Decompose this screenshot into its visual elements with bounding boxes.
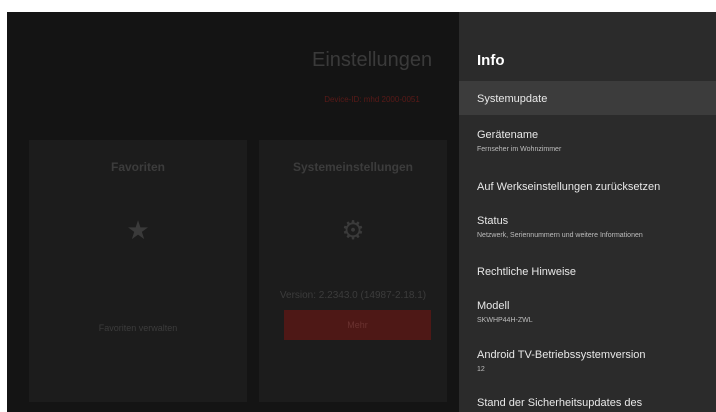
menu-item-subtitle: Fernseher im Wohnzimmer (477, 146, 562, 153)
system-settings-card[interactable]: Systemeinstellungen ⚙ Version: 2.2343.0 … (259, 140, 447, 402)
version-label: Version: 2.2343.0 (14987-2.18.1) (279, 290, 427, 301)
gear-icon: ⚙ (341, 215, 365, 245)
system-settings-card-title: Systemeinstellungen (292, 160, 414, 174)
menu-item-model[interactable]: Modell SKWHP44H-ZWL (459, 294, 716, 336)
more-button[interactable]: Mehr (284, 310, 431, 340)
menu-item-status[interactable]: Status Netzwerk, Seriennummern und weite… (459, 208, 716, 250)
menu-item-label: Android TV-Betriebssystemversion (477, 349, 646, 361)
menu-item-label: Status (477, 215, 509, 227)
menu-item-security-patch[interactable]: Stand der Sicherheitsupdates des (459, 390, 716, 412)
menu-item-device-name[interactable]: Gerätename Fernseher im Wohnzimmer (459, 120, 716, 162)
background-title: Einstellungen (312, 49, 433, 71)
favorites-card-title: Favoriten (110, 160, 165, 174)
menu-item-label: Rechtliche Hinweise (477, 266, 577, 278)
menu-item-label: Modell (477, 300, 510, 312)
menu-item-label: Systemupdate (477, 93, 548, 105)
info-panel: Info Systemupdate Gerätename Fernseher i… (459, 12, 716, 412)
panel-title: Info (477, 52, 505, 69)
menu-item-systemupdate[interactable]: Systemupdate (459, 81, 716, 115)
star-icon: ★ (126, 215, 150, 245)
menu-item-label: Auf Werkseinstellungen zurücksetzen (477, 181, 661, 193)
manage-favorites-link[interactable]: Favoriten verwalten (29, 323, 247, 333)
menu-item-subtitle: SKWHP44H-ZWL (477, 317, 533, 324)
settings-background: Einstellungen Device-ID: mhd 2000-0051 F… (7, 12, 459, 412)
menu-item-subtitle: 12 (477, 366, 485, 373)
tv-screen: Einstellungen Device-ID: mhd 2000-0051 F… (7, 12, 716, 412)
menu-item-factory-reset[interactable]: Auf Werkseinstellungen zurücksetzen (459, 170, 716, 204)
device-id-label: Device-ID: mhd 2000-0051 (324, 95, 420, 104)
favorites-card[interactable]: Favoriten ★ Favoriten verwalten (29, 140, 247, 402)
menu-item-os-version[interactable]: Android TV-Betriebssystemversion 12 (459, 342, 716, 384)
menu-item-legal[interactable]: Rechtliche Hinweise (459, 256, 716, 290)
menu-item-subtitle: Netzwerk, Seriennummern und weitere Info… (477, 232, 643, 239)
menu-item-label: Gerätename (477, 129, 539, 141)
menu-item-label: Stand der Sicherheitsupdates des (477, 397, 643, 409)
